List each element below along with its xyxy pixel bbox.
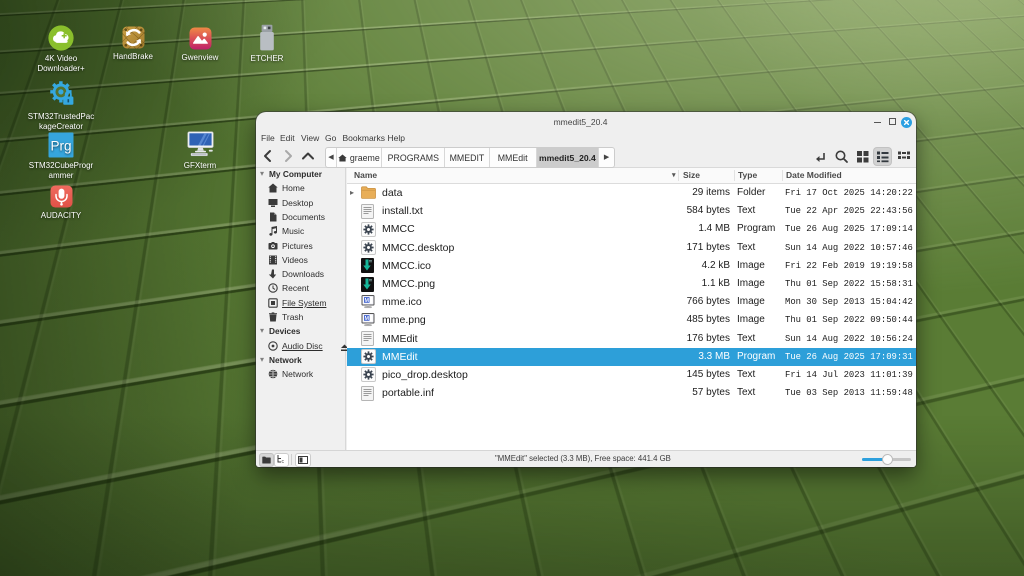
svg-text:M: M: [364, 298, 369, 304]
svg-text:M: M: [364, 316, 369, 322]
svg-text:Prg: Prg: [50, 139, 71, 154]
svg-text:c: c: [282, 459, 285, 464]
